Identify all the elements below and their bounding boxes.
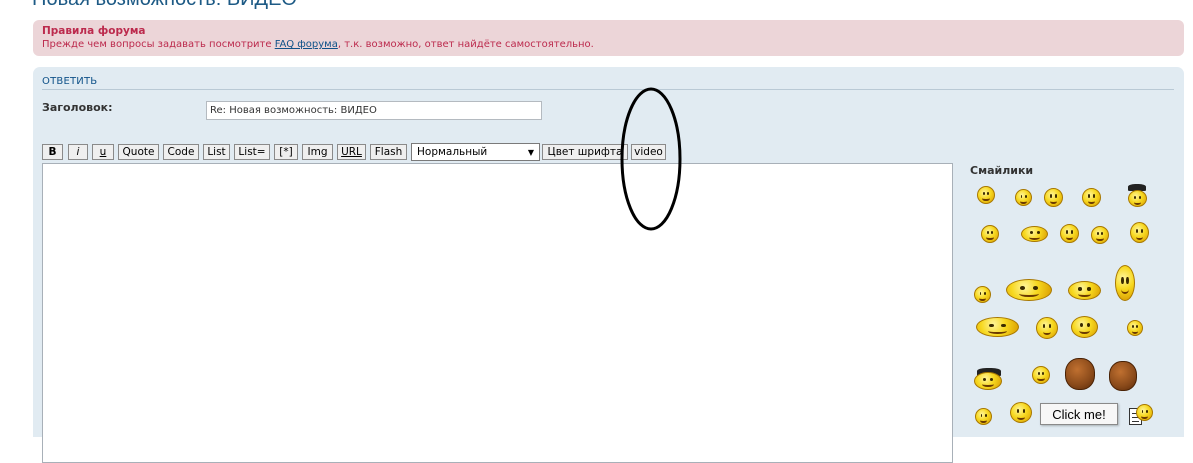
smiley-read-icon[interactable] <box>1136 404 1153 421</box>
smiley-group-icon[interactable] <box>1006 279 1052 301</box>
page-title: Новая возможность: ВИДЕО <box>32 0 297 11</box>
highlight-circle-annotation <box>620 87 682 231</box>
smiley-write-icon[interactable] <box>1010 402 1032 423</box>
smiley-wave-icon[interactable] <box>1021 226 1048 242</box>
smiley-cool-icon[interactable] <box>1032 366 1050 384</box>
smiley-smile-icon[interactable] <box>1015 189 1032 206</box>
reply-panel: ОТВЕТИТЬ Заголовок: B i u Quote Code Lis… <box>33 67 1184 463</box>
smiley-clap-icon[interactable] <box>1068 281 1101 300</box>
bold-button[interactable]: B <box>42 144 63 160</box>
img-button[interactable]: Img <box>302 144 333 160</box>
quote-button[interactable]: Quote <box>118 144 159 160</box>
list-item-button[interactable]: [*] <box>274 144 298 160</box>
smiley-grin-icon[interactable] <box>1044 188 1063 207</box>
smiley-laugh-icon[interactable] <box>974 286 991 303</box>
subject-input[interactable] <box>206 101 542 120</box>
smiley-happy-icon[interactable] <box>1082 188 1101 207</box>
more-smilies-button[interactable]: Click me! <box>1040 403 1118 425</box>
smilies-label: Смайлики <box>970 164 1034 177</box>
chevron-down-icon: ▼ <box>527 147 534 157</box>
bear-icon[interactable] <box>1109 361 1137 391</box>
smiley-sad-icon[interactable] <box>1091 226 1109 244</box>
ordered-list-button[interactable]: List= <box>234 144 270 160</box>
smiley-cake-icon[interactable] <box>1115 265 1135 301</box>
url-button[interactable]: URL <box>337 144 366 160</box>
reply-heading: ОТВЕТИТЬ <box>42 76 1174 90</box>
italic-button[interactable]: i <box>68 144 88 160</box>
smiley-surprised-icon[interactable] <box>1060 224 1079 243</box>
font-size-select[interactable]: Нормальный ▼ <box>411 143 540 161</box>
smiley-thumbs-icon[interactable] <box>1036 317 1058 339</box>
smiley-blush-icon[interactable] <box>975 408 992 425</box>
font-size-selected: Нормальный <box>417 146 488 158</box>
smiley-beret-icon[interactable] <box>974 372 1002 390</box>
smiley-pair-icon[interactable] <box>976 317 1019 337</box>
forum-rules-box: Правила форума Прежде чем вопросы задава… <box>33 20 1184 56</box>
font-color-button[interactable]: Цвет шрифта <box>542 144 628 160</box>
rules-title: Правила форума <box>42 25 146 37</box>
code-button[interactable]: Code <box>163 144 199 160</box>
message-textarea[interactable] <box>42 163 953 463</box>
faq-link[interactable]: FAQ форума <box>275 39 338 50</box>
underline-button[interactable]: u <box>92 144 114 160</box>
rules-text: Прежде чем вопросы задавать посмотрите F… <box>42 38 1175 51</box>
list-button[interactable]: List <box>203 144 230 160</box>
smiley-wink-icon[interactable] <box>981 225 999 243</box>
subject-label: Заголовок: <box>42 101 113 114</box>
smiley-hat-icon[interactable] <box>1128 190 1147 207</box>
smiley-ghost-icon[interactable] <box>977 186 995 204</box>
smiley-scared-icon[interactable] <box>1130 222 1149 243</box>
rules-text-before: Прежде чем вопросы задавать посмотрите <box>42 39 275 50</box>
winnie-pooh-icon[interactable] <box>1065 358 1095 390</box>
smiley-point-icon[interactable] <box>1071 316 1098 338</box>
flash-button[interactable]: Flash <box>370 144 407 160</box>
rules-text-after: , т.к. возможно, ответ найдёте самостоят… <box>337 39 594 50</box>
smiley-side-icon[interactable] <box>1127 320 1143 336</box>
